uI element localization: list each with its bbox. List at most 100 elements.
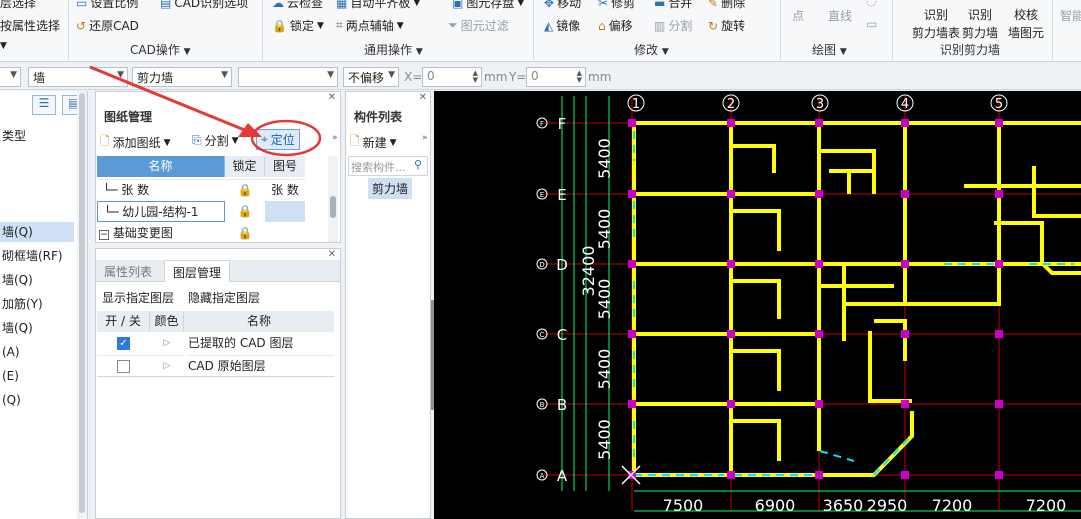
group-label-draw[interactable]: 绘图 ▼ [812, 41, 847, 58]
tree-item-wall-3[interactable]: 墙(Q) [0, 318, 33, 338]
lock-icon[interactable]: 🔒 [225, 223, 265, 244]
list-view-icon[interactable]: ☰ [32, 95, 56, 115]
tree-item-rebar[interactable]: 加筋(Y) [0, 294, 43, 314]
x-input[interactable]: 0 ▲ ▼ [422, 67, 482, 87]
arc-icon[interactable]: ◌ [866, 0, 876, 8]
select-by-layer-button[interactable]: 层选择 [0, 0, 36, 11]
cad-options-button[interactable]: ▤ CAD识别选项 [160, 0, 248, 11]
column-marker [815, 400, 823, 408]
split-drawing-button[interactable]: ⎘ 分割 ▼ [192, 132, 239, 149]
new-component-button[interactable]: 🗋 新建 ▼ [350, 132, 397, 153]
axis-label: E [540, 191, 544, 199]
select-by-attr-button[interactable]: 按属性选择 [0, 17, 60, 34]
rotate-button[interactable]: ↻ 旋转 [708, 17, 745, 34]
tree-item-frame-wall[interactable]: 砌框墙(RF) [0, 246, 63, 266]
identify-wall-table-button[interactable]: 识别 剪力墙表 [912, 6, 960, 41]
group-label-modify[interactable]: 修改 ▼ [634, 41, 669, 58]
more-icon[interactable]: » [422, 133, 428, 143]
lock-button[interactable]: 🔒 锁定 ▼ [272, 17, 324, 34]
layer-checkbox-checked[interactable]: ✓ [97, 333, 150, 354]
tree-scrollbar[interactable] [77, 91, 87, 519]
drawing-management-title: 图纸管理 [104, 110, 153, 124]
axis-label: D [539, 261, 544, 269]
show-layer-button[interactable]: 显示指定图层 [102, 289, 174, 306]
col-layer-name-header: 名称 [184, 311, 334, 332]
tree-item-q[interactable]: (Q) [0, 390, 21, 410]
expand-arrow-icon[interactable]: ▷ [150, 333, 184, 354]
lock-icon[interactable]: 🔒 [225, 179, 265, 200]
tree-item-wall-2[interactable]: 墙(Q) [0, 270, 33, 290]
hide-layer-button[interactable]: 隐藏指定图层 [188, 289, 260, 306]
drawing-row-1[interactable]: └─ 张 数 [97, 179, 225, 200]
auto-flat-slab-button[interactable]: ▦ 自动平齐板 ▼ [336, 0, 420, 11]
mirror-button[interactable]: ◭ 镜像 [544, 17, 580, 34]
tree-item-wall-selected[interactable]: 墙(Q) [0, 222, 74, 242]
y-input[interactable]: 0 ▲ ▼ [526, 67, 586, 87]
close-panel-icon[interactable]: ✕ [419, 92, 427, 103]
more-icon[interactable]: » [332, 133, 338, 143]
dimension-text: 7500 [663, 496, 704, 515]
restore-cad-button[interactable]: ↺ 还原CAD [76, 17, 139, 34]
type-select[interactable]: 剪力墙 ▼ [132, 67, 232, 87]
offset-mode-select[interactable]: 不偏移 ▼ [343, 67, 399, 87]
dimension-text: 2950 [867, 496, 908, 515]
dimension-text: 5400 [595, 138, 614, 179]
set-scale-button[interactable]: ▭ 设置比例 [76, 0, 138, 11]
layer-row-original[interactable]: CAD 原始图层 [188, 355, 334, 376]
component-item-shear-wall[interactable]: 剪力墙 [368, 178, 413, 199]
lock-icon[interactable]: 🔒 [225, 201, 265, 222]
tree-item-a[interactable]: (A) [0, 342, 20, 362]
identify-wall-button[interactable]: 识别 剪力墙 [962, 6, 998, 41]
group-dropdown-left[interactable]: ▼ [0, 41, 7, 51]
column-marker [995, 119, 1003, 127]
component-select[interactable]: ▼ [238, 67, 338, 87]
add-drawing-button[interactable]: 🗋 添加图纸 ▼ [100, 132, 171, 153]
options-icon: ▤ [160, 0, 172, 10]
smart-button[interactable]: 智能 [1060, 7, 1081, 24]
drawing-row-3[interactable]: − 基础变更图 [97, 223, 225, 244]
group-label-general-ops[interactable]: 通用操作 ▼ [364, 41, 423, 58]
expand-arrow-icon[interactable]: ▷ [150, 355, 184, 376]
wall-segment [731, 209, 781, 251]
delete-button[interactable]: ✎ 删除 [708, 0, 745, 11]
drawing-row-2[interactable]: └─ 幼儿园-结构-1 [97, 201, 225, 222]
cloud-check-button[interactable]: ☁ 云检查 [272, 0, 323, 11]
locate-button[interactable]: ⌖ 定位 [256, 129, 300, 150]
axis-label: D [556, 256, 568, 274]
axis-label: B [540, 401, 545, 409]
verify-wall-button[interactable]: 校核 墙图元 [1008, 6, 1044, 41]
trim-icon: ✂ [598, 0, 609, 10]
layer-row-extracted[interactable]: 已提取的 CAD 图层 [188, 333, 334, 354]
offset-button[interactable]: ⌂ 偏移 [598, 17, 633, 34]
col-color-header: 颜色 [150, 311, 184, 332]
tab-properties[interactable]: 属性列表 [104, 263, 152, 280]
move-button[interactable]: ✥ 移动 [544, 0, 581, 11]
close-panel-icon[interactable]: ✕ [328, 92, 336, 103]
cad-drawing-canvas[interactable]: 12345FFEEDDCCBBAA 5400 5400 5400 5400 5400 32… [434, 91, 1081, 519]
category-select[interactable]: 墙 ▼ [28, 67, 128, 87]
axis-label: F [540, 120, 544, 128]
wall-segment [731, 144, 776, 173]
element-save-button[interactable]: ▣ 图元存盘 ▼ [452, 0, 524, 11]
drawing-row-2-number[interactable] [265, 201, 305, 222]
layer-checkbox-unchecked[interactable] [97, 355, 150, 376]
element-filter-button[interactable]: ⏷ 图元过滤 [448, 17, 509, 34]
split-button[interactable]: ▥ 分割 [654, 17, 692, 34]
restore-icon: ↺ [76, 18, 87, 33]
merge-button[interactable]: ▬ 合并 [654, 0, 692, 11]
tree-item-e[interactable]: (E) [0, 366, 19, 386]
floor-select[interactable]: ▼ [0, 67, 21, 87]
column-marker [815, 260, 823, 268]
two-point-axis-button[interactable]: ⌗ 两点辅轴 ▼ [336, 17, 404, 34]
line-button[interactable]: 直线 [828, 7, 852, 24]
tab-layer-management[interactable]: 图层管理 [164, 260, 231, 282]
close-panel-icon[interactable]: ✕ [328, 249, 336, 260]
trim-button[interactable]: ✂ 修剪 [598, 0, 635, 11]
rect-icon[interactable]: ▭ [866, 17, 877, 31]
drawing-table-scrollbar[interactable] [328, 156, 338, 242]
search-icon[interactable]: ⚲ [414, 158, 422, 171]
wall-segment [874, 319, 907, 361]
column-marker [628, 260, 636, 268]
point-button[interactable]: 点 [792, 7, 804, 24]
group-label-cad-ops[interactable]: CAD操作 ▼ [130, 41, 191, 58]
